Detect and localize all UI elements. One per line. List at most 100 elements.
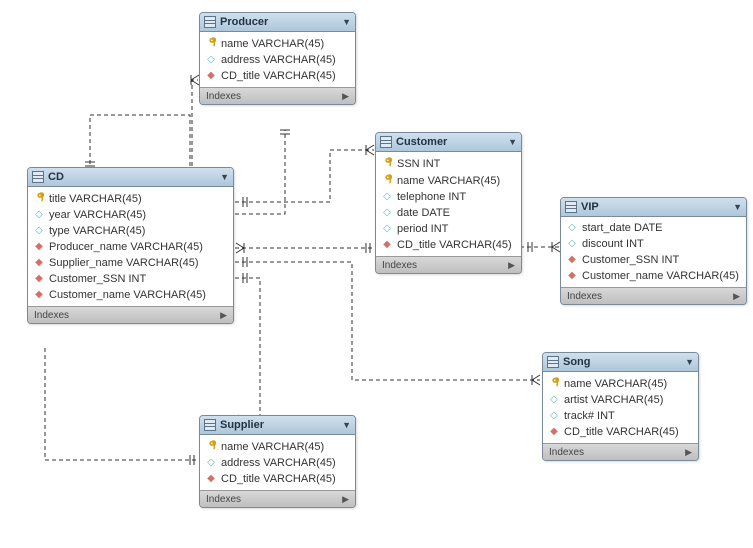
table-icon: [547, 356, 559, 368]
field-label: track# INT: [564, 410, 615, 422]
field-row: name VARCHAR(45): [376, 172, 521, 189]
entity-title: CD: [48, 171, 216, 183]
diamond-icon: ◇: [206, 55, 216, 65]
table-icon: [32, 171, 44, 183]
field-row: ◆Customer_SSN INT: [28, 271, 233, 287]
fk-diamond-icon: ◆: [206, 71, 216, 81]
diamond-icon: ◇: [34, 226, 44, 236]
collapse-icon[interactable]: ▼: [733, 202, 742, 212]
indexes-label: Indexes: [206, 91, 241, 102]
diamond-icon: ◇: [549, 411, 559, 421]
expand-icon[interactable]: ▶: [508, 260, 515, 271]
fk-diamond-icon: ◆: [567, 255, 577, 265]
collapse-icon[interactable]: ▼: [342, 17, 351, 27]
field-row: ◇ date DATE: [376, 205, 521, 221]
field-row: ◇artist VARCHAR(45): [543, 392, 698, 408]
key-icon: [206, 440, 216, 453]
field-label: name VARCHAR(45): [397, 175, 500, 187]
collapse-icon[interactable]: ▼: [685, 357, 694, 367]
field-row: ◇address VARCHAR(45): [200, 455, 355, 471]
entity-header[interactable]: Producer ▼: [200, 13, 355, 32]
field-label: CD_title VARCHAR(45): [221, 70, 336, 82]
field-label: artist VARCHAR(45): [564, 394, 663, 406]
collapse-icon[interactable]: ▼: [508, 137, 517, 147]
field-label: name VARCHAR(45): [221, 38, 324, 50]
indexes-label: Indexes: [382, 260, 417, 271]
field-label: Supplier_name VARCHAR(45): [49, 257, 199, 269]
indexes-label: Indexes: [34, 310, 69, 321]
field-label: name VARCHAR(45): [564, 378, 667, 390]
field-label: type VARCHAR(45): [49, 225, 145, 237]
diamond-icon: ◇: [34, 210, 44, 220]
entity-header[interactable]: VIP ▼: [561, 198, 746, 217]
field-row: ◇ period INT: [376, 221, 521, 237]
field-list: name VARCHAR(45) ◇ address VARCHAR(45) ◆ CD_…: [200, 32, 355, 87]
entity-title: Producer: [220, 16, 338, 28]
entity-header[interactable]: Customer ▼: [376, 133, 521, 152]
field-row: name VARCHAR(45): [200, 35, 355, 52]
field-label: address VARCHAR(45): [221, 54, 336, 66]
field-list: ◇ start_date DATE ◇discount INT◆Customer_S…: [561, 217, 746, 287]
indexes-section[interactable]: Indexes ▶: [561, 287, 746, 304]
table-icon: [204, 419, 216, 431]
expand-icon[interactable]: ▶: [342, 494, 349, 505]
field-label: CD_title VARCHAR(45): [564, 426, 679, 438]
table-icon: [380, 136, 392, 148]
entity-title: Customer: [396, 136, 504, 148]
field-label: Producer_name VARCHAR(45): [49, 241, 203, 253]
entity-customer[interactable]: Customer ▼ SSN INTname VARCHAR(45)◇telep…: [375, 132, 522, 274]
indexes-section[interactable]: Indexes ▶: [28, 306, 233, 323]
field-label: address VARCHAR(45): [221, 457, 336, 469]
field-label: CD_title VARCHAR(45): [221, 473, 336, 485]
field-row: ◇ start_date DATE: [561, 220, 746, 236]
diamond-icon: ◇: [382, 224, 392, 234]
key-icon: [206, 37, 216, 50]
field-row: name VARCHAR(45): [200, 438, 355, 455]
entity-header[interactable]: Song ▼: [543, 353, 698, 372]
entity-cd[interactable]: CD ▼ title VARCHAR(45)◇year VARCHAR(45)◇…: [27, 167, 234, 324]
key-icon: [34, 192, 44, 205]
entity-vip[interactable]: VIP ▼ ◇start_date DATE◇discount INT◆Cust…: [560, 197, 747, 305]
expand-icon[interactable]: ▶: [342, 91, 349, 102]
field-row: SSN INT: [376, 155, 521, 172]
field-label: year VARCHAR(45): [49, 209, 146, 221]
field-row: ◆CD_title VARCHAR(45): [376, 237, 521, 253]
field-row: ◆Customer_name VARCHAR(45): [561, 268, 746, 284]
field-row: ◆CD_title VARCHAR(45): [543, 424, 698, 440]
indexes-label: Indexes: [206, 494, 241, 505]
diamond-icon: ◇: [382, 192, 392, 202]
expand-icon[interactable]: ▶: [733, 291, 740, 302]
entity-title: Song: [563, 356, 681, 368]
field-row: ◇ track# INT: [543, 408, 698, 424]
field-row: ◇ type VARCHAR(45): [28, 223, 233, 239]
field-list: SSN INTname VARCHAR(45)◇telephone INT◇da…: [376, 152, 521, 256]
diamond-icon: ◇: [382, 208, 392, 218]
expand-icon[interactable]: ▶: [220, 310, 227, 321]
entity-producer[interactable]: Producer ▼ name VARCHAR(45) ◇ address VARC…: [199, 12, 356, 105]
field-row: ◆Customer_SSN INT: [561, 252, 746, 268]
indexes-section[interactable]: Indexes ▶: [543, 443, 698, 460]
fk-diamond-icon: ◆: [34, 274, 44, 284]
entity-song[interactable]: Song ▼ name VARCHAR(45)◇artist VARCHAR(4…: [542, 352, 699, 461]
entity-supplier[interactable]: Supplier ▼ name VARCHAR(45) ◇address VARC…: [199, 415, 356, 508]
field-label: date DATE: [397, 207, 450, 219]
field-label: name VARCHAR(45): [221, 441, 324, 453]
expand-icon[interactable]: ▶: [685, 447, 692, 458]
field-row: ◆Supplier_name VARCHAR(45): [28, 255, 233, 271]
fk-diamond-icon: ◆: [34, 290, 44, 300]
field-label: start_date DATE: [582, 222, 663, 234]
collapse-icon[interactable]: ▼: [342, 420, 351, 430]
table-icon: [204, 16, 216, 28]
diamond-icon: ◇: [567, 223, 577, 233]
collapse-icon[interactable]: ▼: [220, 172, 229, 182]
field-label: period INT: [397, 223, 448, 235]
key-icon: [549, 377, 559, 390]
indexes-section[interactable]: Indexes ▶: [200, 87, 355, 104]
entity-header[interactable]: CD ▼: [28, 168, 233, 187]
field-row: ◆Customer_name VARCHAR(45): [28, 287, 233, 303]
entity-header[interactable]: Supplier ▼: [200, 416, 355, 435]
field-row: ◇discount INT: [561, 236, 746, 252]
indexes-section[interactable]: Indexes ▶: [200, 490, 355, 507]
indexes-section[interactable]: Indexes ▶: [376, 256, 521, 273]
table-icon: [565, 201, 577, 213]
